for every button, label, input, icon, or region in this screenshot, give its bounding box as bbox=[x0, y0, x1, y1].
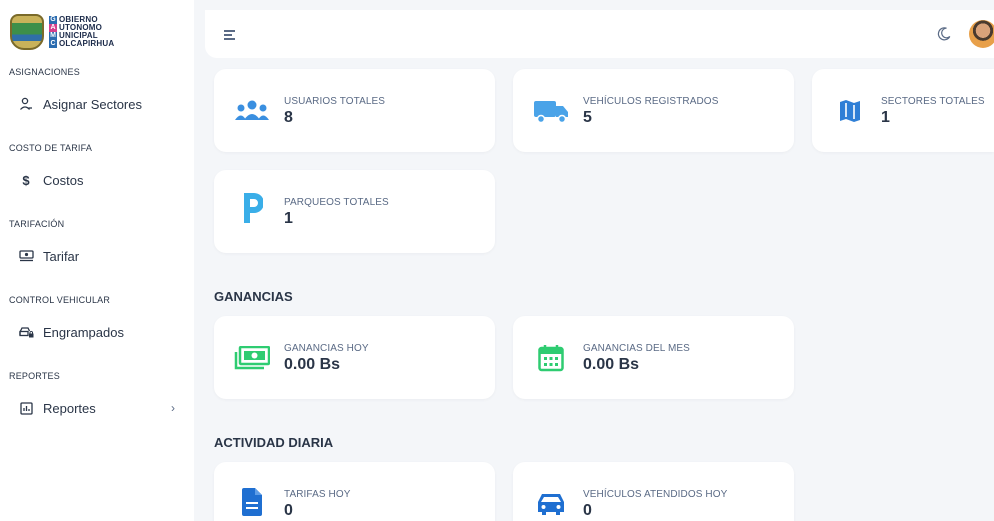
map-icon bbox=[832, 95, 868, 127]
municipal-logo[interactable]: G OBIERNO A UTONOMO M UNICIPAL C OLCAPIRHUA bbox=[10, 14, 114, 50]
section-title-tarifacion: TARIFACIÓN bbox=[9, 219, 65, 229]
activity-value: 0 bbox=[583, 502, 592, 519]
section-heading-actividad-diaria: ACTIVIDAD DIARIA bbox=[214, 435, 334, 450]
sidebar-item-costos[interactable]: $ Costos bbox=[9, 168, 179, 192]
stat-card-parqueos: PARQUEOS TOTALES 1 bbox=[214, 170, 495, 253]
moon-icon[interactable] bbox=[936, 26, 952, 42]
earnings-label: GANANCIAS HOY bbox=[284, 343, 369, 354]
logo-letter: A bbox=[49, 24, 57, 32]
user-icon bbox=[17, 95, 35, 113]
sidebar: G OBIERNO A UTONOMO M UNICIPAL C OLCAPIRHUA … bbox=[0, 0, 194, 521]
earnings-value: 0.00 Bs bbox=[284, 356, 341, 373]
cash-icon bbox=[17, 247, 35, 265]
section-heading-ganancias: GANANCIAS bbox=[214, 289, 293, 304]
earnings-card-today: GANANCIAS HOY 0.00 Bs bbox=[214, 316, 495, 399]
sidebar-item-reportes[interactable]: Reportes › bbox=[9, 396, 179, 420]
activity-card-tarifas: TARIFAS HOY 0 bbox=[214, 462, 495, 521]
stat-label: VEHÍCULOS REGISTRADOS bbox=[583, 96, 719, 107]
activity-label: TARIFAS HOY bbox=[284, 489, 351, 500]
chart-icon bbox=[17, 399, 35, 417]
parking-icon bbox=[234, 192, 270, 224]
stat-card-vehiculos: VEHÍCULOS REGISTRADOS 5 bbox=[513, 69, 794, 152]
logo-text: G OBIERNO A UTONOMO M UNICIPAL C OLCAPIRHUA bbox=[49, 16, 114, 48]
sidebar-item-label: Tarifar bbox=[43, 248, 80, 264]
top-bar bbox=[205, 10, 994, 58]
sidebar-item-engrampados[interactable]: Engrampados bbox=[9, 320, 179, 344]
earnings-card-month: GANANCIAS DEL MES 0.00 Bs bbox=[513, 316, 794, 399]
stat-label: PARQUEOS TOTALES bbox=[284, 197, 389, 208]
section-title-costo-de-tarifa: COSTO DE TARIFA bbox=[9, 143, 93, 153]
stat-value: 5 bbox=[583, 109, 592, 126]
car-icon bbox=[533, 488, 569, 520]
dollar-icon: $ bbox=[22, 172, 30, 188]
stat-value: 8 bbox=[284, 109, 293, 126]
money-icon bbox=[234, 342, 270, 374]
sidebar-item-asignar-sectores[interactable]: Asignar Sectores bbox=[9, 92, 179, 116]
stat-value: 1 bbox=[881, 109, 890, 126]
sidebar-item-label: Asignar Sectores bbox=[43, 96, 142, 112]
logo-word: OLCAPIRHUA bbox=[59, 39, 115, 48]
activity-label: VEHÍCULOS ATENDIDOS HOY bbox=[583, 489, 728, 500]
logo-letter: C bbox=[49, 40, 57, 48]
sidebar-item-label: Costos bbox=[43, 172, 84, 188]
logo-letter: M bbox=[49, 32, 57, 40]
section-title-asignaciones: ASIGNACIONES bbox=[9, 67, 80, 77]
stat-label: USUARIOS TOTALES bbox=[284, 96, 386, 107]
document-icon bbox=[234, 486, 270, 518]
sidebar-item-label: Engrampados bbox=[43, 324, 124, 340]
logo-letter: G bbox=[49, 16, 57, 24]
menu-toggle-icon[interactable] bbox=[224, 30, 235, 42]
activity-card-vehiculos: VEHÍCULOS ATENDIDOS HOY 0 bbox=[513, 462, 794, 521]
section-title-reportes: REPORTES bbox=[9, 371, 60, 381]
earnings-value: 0.00 Bs bbox=[583, 356, 640, 373]
calendar-icon bbox=[533, 342, 569, 374]
stat-card-sectores: SECTORES TOTALES 1 bbox=[812, 69, 994, 152]
truck-icon bbox=[533, 95, 569, 127]
shield-logo-icon bbox=[10, 14, 44, 50]
section-title-control-vehicular: CONTROL VEHICULAR bbox=[9, 295, 111, 305]
stat-card-usuarios: USUARIOS TOTALES 8 bbox=[214, 69, 495, 152]
sidebar-item-label: Reportes bbox=[43, 400, 96, 416]
users-icon bbox=[234, 95, 270, 127]
activity-value: 0 bbox=[284, 502, 293, 519]
stat-label: SECTORES TOTALES bbox=[881, 96, 985, 107]
chevron-right-icon[interactable]: › bbox=[171, 401, 175, 415]
user-avatar[interactable] bbox=[969, 20, 994, 48]
sidebar-item-tarifar[interactable]: Tarifar bbox=[9, 244, 179, 268]
car-lock-icon bbox=[17, 323, 35, 341]
earnings-label: GANANCIAS DEL MES bbox=[583, 343, 690, 354]
stat-value: 1 bbox=[284, 210, 293, 227]
